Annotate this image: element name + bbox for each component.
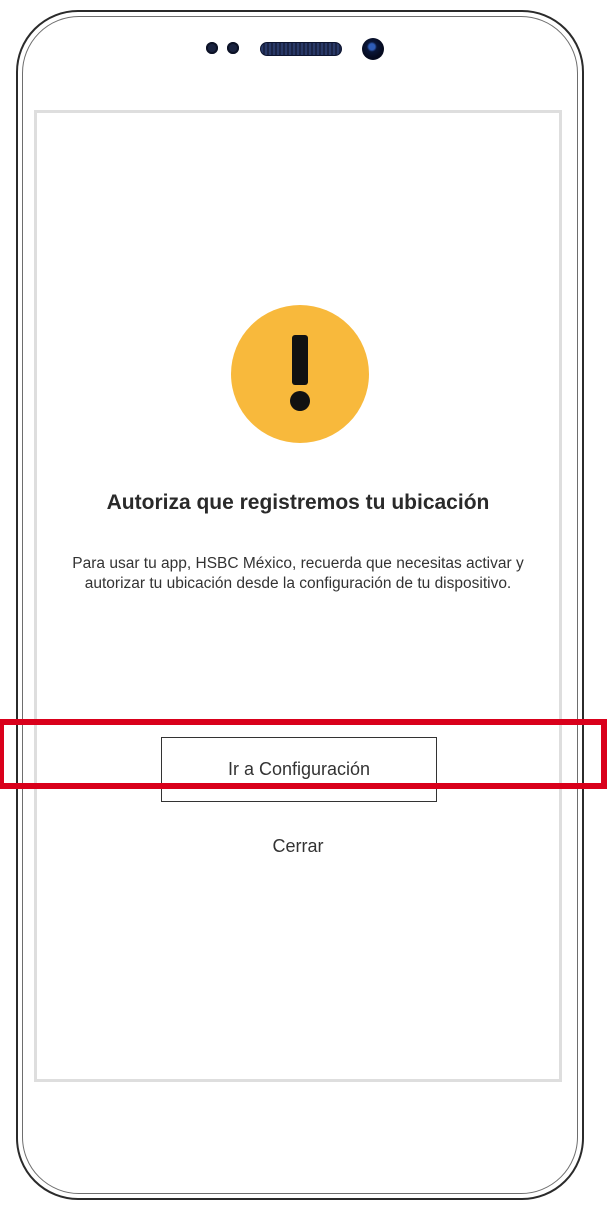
dialog-message: Para usar tu app, HSBC México, recuerda …	[72, 555, 524, 592]
earpiece-speaker	[260, 42, 342, 56]
go-to-settings-button[interactable]: Ir a Configuración	[161, 737, 437, 802]
page: Autoriza que registremos tu ubicación Pa…	[0, 0, 607, 1208]
front-camera	[362, 38, 384, 60]
light-sensor	[227, 42, 239, 54]
warning-exclamation-icon	[231, 305, 369, 443]
exclamation-bar	[292, 335, 308, 385]
close-link[interactable]: Cerrar	[37, 836, 559, 857]
dialog-title: Autoriza que registremos tu ubicación	[106, 491, 490, 514]
phone-screen: Autoriza que registremos tu ubicación Pa…	[34, 110, 562, 1082]
proximity-sensor	[206, 42, 218, 54]
exclamation-dot	[290, 391, 310, 411]
